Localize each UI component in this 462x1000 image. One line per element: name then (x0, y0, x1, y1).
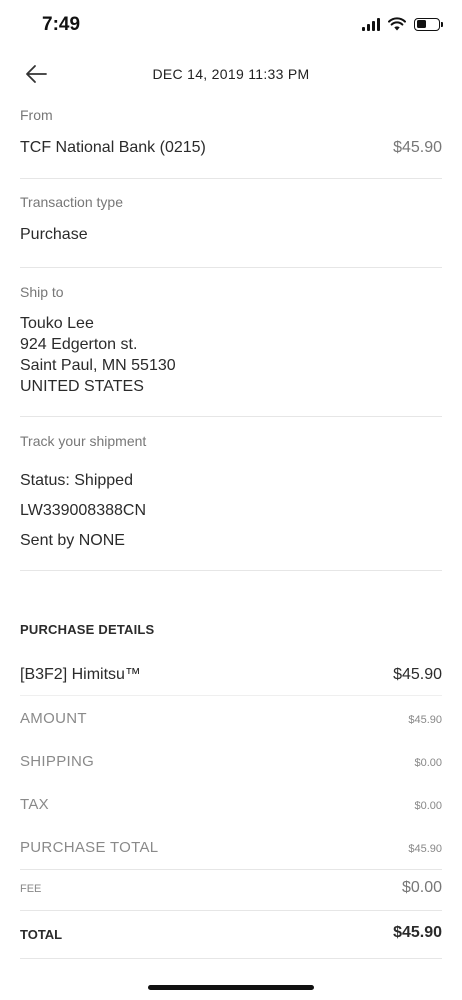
purchase-total-value: $45.90 (408, 843, 442, 855)
purchase-total-row: PURCHASE TOTAL $45.90 (20, 839, 442, 863)
transaction-type-label: Transaction type (20, 194, 123, 210)
shipping-label: SHIPPING (20, 753, 95, 770)
wifi-icon (388, 17, 406, 31)
transaction-type-value: Purchase (20, 226, 88, 243)
shipping-row: SHIPPING $0.00 (20, 753, 442, 777)
divider (20, 178, 442, 179)
total-label: TOTAL (20, 927, 63, 942)
ship-to-name: Touko Lee (20, 315, 94, 332)
tax-value: $0.00 (414, 800, 442, 812)
ship-to-city: Saint Paul, MN 55130 (20, 357, 176, 374)
divider (20, 869, 442, 870)
total-row: TOTAL $45.90 (20, 924, 442, 948)
fee-value: $0.00 (401, 879, 442, 896)
home-indicator[interactable] (148, 985, 314, 990)
divider (20, 958, 442, 959)
shipment-section: Track your shipment Status: Shipped LW33… (20, 433, 442, 553)
total-value: $45.90 (393, 924, 442, 941)
shipment-carrier: Sent by NONE (20, 532, 125, 549)
tax-label: TAX (20, 796, 49, 813)
cellular-signal-icon (362, 17, 380, 31)
divider (20, 910, 442, 911)
purchase-details-title: PURCHASE DETAILS (20, 622, 155, 637)
divider (20, 570, 442, 571)
amount-value: $45.90 (408, 714, 442, 726)
transaction-type-section: Transaction type Purchase (20, 194, 442, 254)
item-price: $45.90 (393, 666, 442, 683)
transaction-date: DEC 14, 2019 11:33 PM (152, 66, 310, 82)
header: DEC 14, 2019 11:33 PM (0, 56, 462, 92)
item-name: [B3F2] Himitsu™ (20, 666, 141, 683)
ship-to-section: Ship to Touko Lee 924 Edgerton st. Saint… (20, 284, 442, 404)
item-row: [B3F2] Himitsu™ $45.90 (20, 666, 442, 690)
from-section: From TCF National Bank (0215) $45.90 (20, 107, 442, 167)
ship-to-label: Ship to (20, 284, 64, 300)
fee-label: FEE (20, 883, 42, 895)
amount-row: AMOUNT $45.90 (20, 710, 442, 734)
status-time: 7:49 (42, 14, 81, 35)
shipment-label: Track your shipment (20, 433, 147, 449)
from-label: From (20, 107, 53, 123)
tax-row: TAX $0.00 (20, 796, 442, 820)
purchase-details-header: PURCHASE DETAILS (20, 622, 442, 642)
ship-to-street: 924 Edgerton st. (20, 336, 138, 353)
battery-icon (414, 17, 443, 31)
divider (20, 416, 442, 417)
tracking-number[interactable]: LW339008388CN (20, 502, 146, 520)
from-amount: $45.90 (393, 139, 442, 156)
amount-label: AMOUNT (20, 710, 87, 727)
divider (20, 267, 442, 268)
status-icons (362, 17, 443, 31)
from-account: TCF National Bank (0215) (20, 139, 206, 156)
ship-to-country: UNITED STATES (20, 378, 144, 395)
divider (20, 695, 442, 696)
shipment-status: Status: Shipped (20, 472, 133, 489)
fee-row: FEE $0.00 (20, 879, 442, 903)
shipping-value: $0.00 (414, 757, 442, 769)
purchase-total-label: PURCHASE TOTAL (20, 839, 159, 856)
status-bar: 7:49 (0, 0, 462, 48)
